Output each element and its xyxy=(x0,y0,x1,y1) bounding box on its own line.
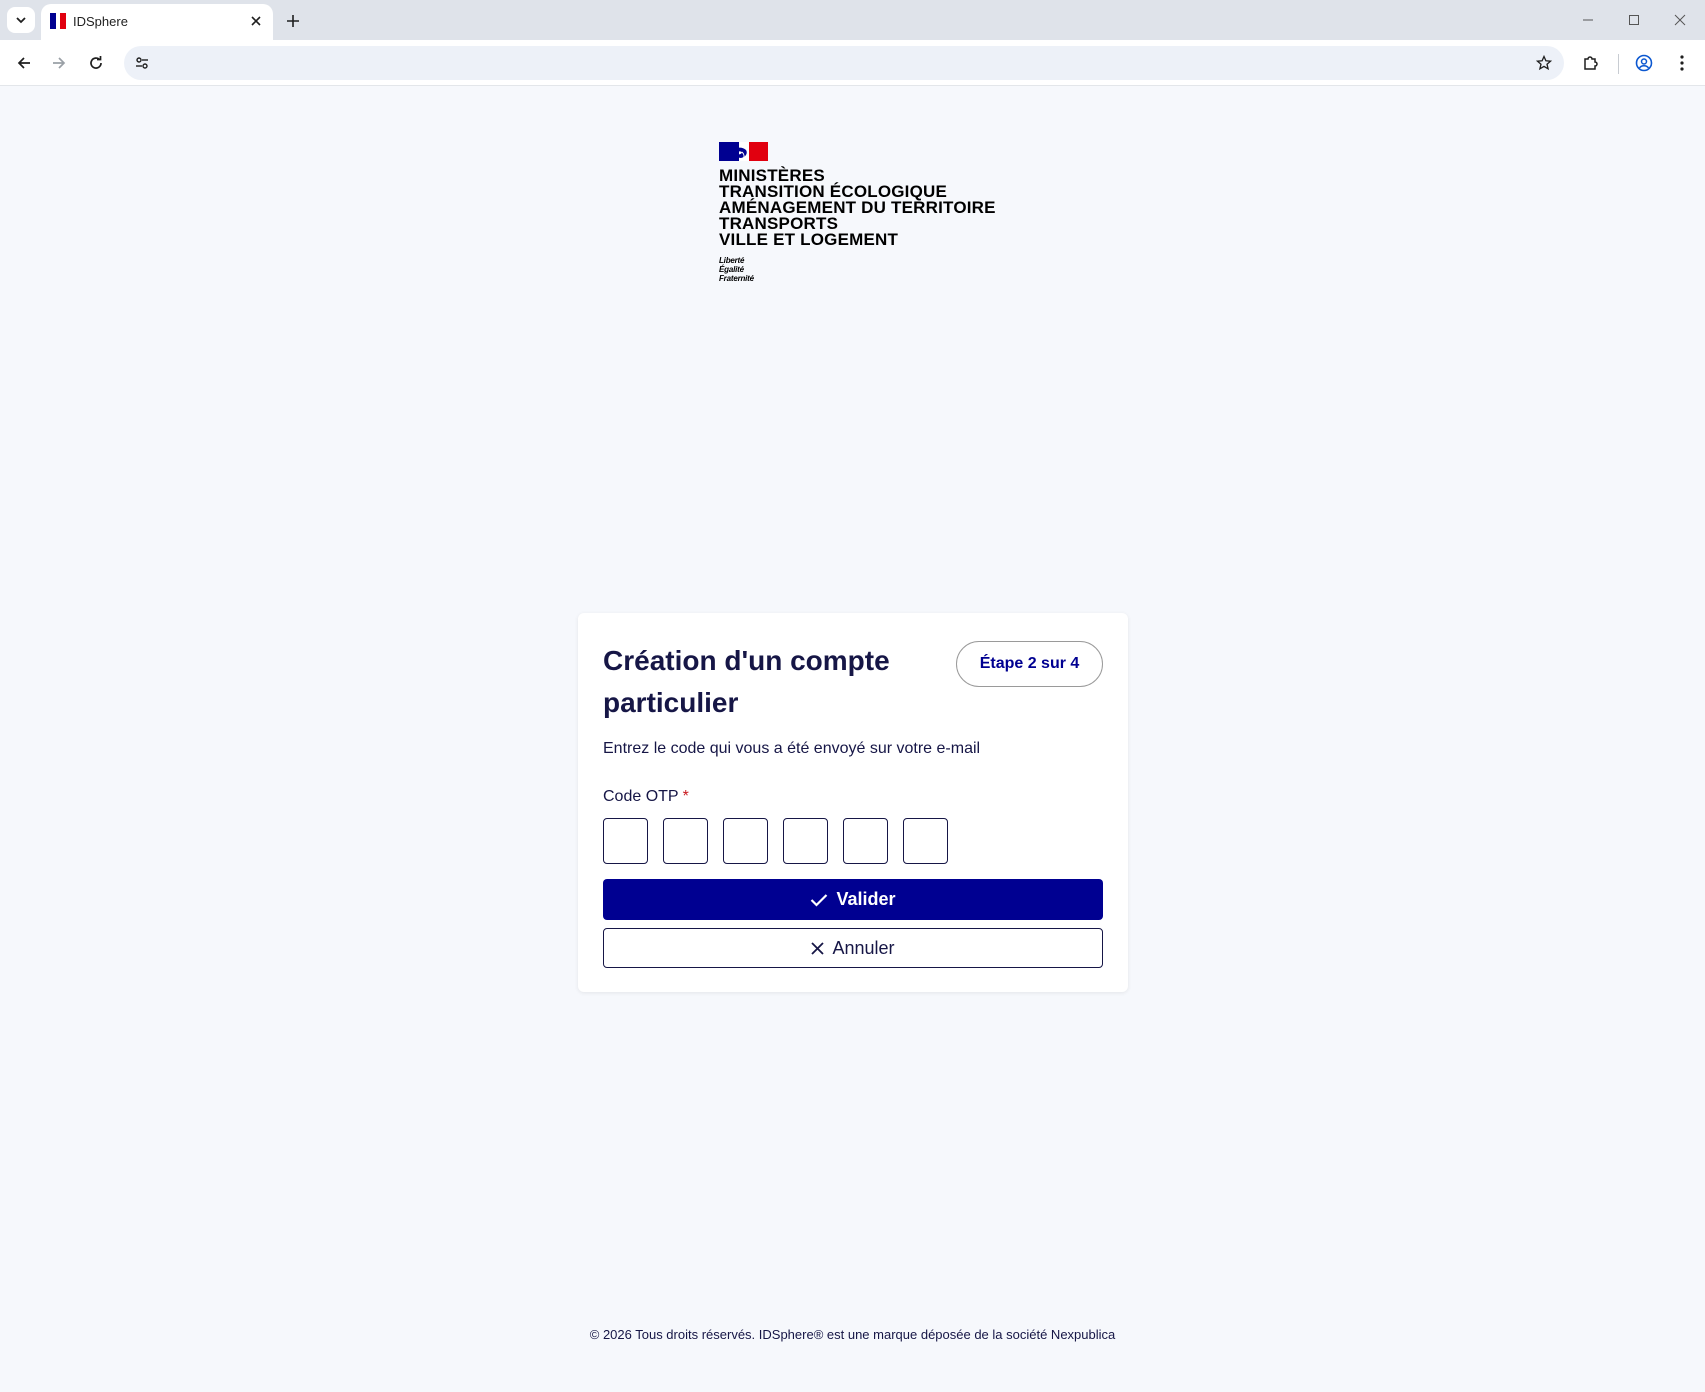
browser-tab[interactable]: IDSphere xyxy=(41,4,273,40)
tune-icon xyxy=(136,57,148,69)
tab-close-button[interactable] xyxy=(245,10,267,32)
otp-label: Code OTP * xyxy=(603,788,689,806)
required-marker: * xyxy=(682,788,689,805)
favicon-icon xyxy=(50,13,66,29)
browser-tabstrip: IDSphere xyxy=(0,0,1705,40)
otp-instructions: Entrez le code qui vous a été envoyé sur… xyxy=(603,740,981,757)
more-vert-icon xyxy=(1680,55,1684,71)
extensions-button[interactable] xyxy=(1576,48,1606,78)
maximize-button[interactable] xyxy=(1618,6,1650,34)
chevron-down-icon xyxy=(16,17,26,24)
tab-search-button[interactable] xyxy=(7,7,35,33)
address-bar[interactable] xyxy=(124,46,1564,80)
footer-copyright: © 2026 Tous droits réservés. IDSphere® e… xyxy=(589,1327,1116,1342)
cancel-button[interactable]: Annuler xyxy=(603,928,1103,968)
plus-icon xyxy=(287,15,299,27)
minimize-icon xyxy=(1583,19,1593,21)
tab-title: IDSphere xyxy=(73,14,128,29)
profile-button[interactable] xyxy=(1629,48,1659,78)
forward-button[interactable] xyxy=(44,48,74,78)
back-button[interactable] xyxy=(9,48,39,78)
otp-digit-5[interactable] xyxy=(843,818,888,864)
minimize-button[interactable] xyxy=(1572,6,1604,34)
motto-line: Liberté xyxy=(719,256,745,265)
ministry-logo: MINISTÈRES TRANSITION ÉCOLOGIQUE AMÉNAGE… xyxy=(719,142,1019,292)
marianne-flag-icon xyxy=(719,142,768,161)
otp-digit-2[interactable] xyxy=(663,818,708,864)
browser-menu-button[interactable] xyxy=(1667,48,1697,78)
browser-toolbar xyxy=(0,40,1705,86)
flag-red xyxy=(749,142,768,161)
profile-icon xyxy=(1635,54,1653,72)
otp-digit-1[interactable] xyxy=(603,818,648,864)
toolbar-divider xyxy=(1618,54,1619,74)
star-icon xyxy=(1536,55,1552,71)
window-close-button[interactable] xyxy=(1664,6,1696,34)
step-badge: Étape 2 sur 4 xyxy=(956,641,1103,687)
motto-line: Fraternité xyxy=(719,274,754,283)
check-icon xyxy=(810,893,828,907)
validate-button[interactable]: Valider xyxy=(603,879,1103,920)
cancel-button-label: Annuler xyxy=(832,937,895,958)
reload-icon xyxy=(90,56,102,69)
close-icon xyxy=(811,941,825,955)
new-tab-button[interactable] xyxy=(280,8,306,34)
ministry-line: VILLE ET LOGEMENT xyxy=(719,230,899,249)
close-icon xyxy=(1674,14,1686,26)
arrow-right-icon xyxy=(53,57,66,69)
motto-line: Égalité xyxy=(719,265,744,274)
arrow-left-icon xyxy=(17,57,30,69)
close-icon xyxy=(251,16,261,26)
account-creation-card: Création d'un compte particulier Étape 2… xyxy=(578,613,1128,992)
bookmark-button[interactable] xyxy=(1530,49,1558,77)
puzzle-icon xyxy=(1584,56,1598,70)
page-title: Création d'un compte particulier xyxy=(603,645,890,718)
site-info-button[interactable] xyxy=(128,49,156,77)
validate-button-label: Valider xyxy=(836,889,896,909)
otp-digit-6[interactable] xyxy=(903,818,948,864)
maximize-icon xyxy=(1629,15,1639,25)
otp-digit-3[interactable] xyxy=(723,818,768,864)
otp-digit-4[interactable] xyxy=(783,818,828,864)
reload-button[interactable] xyxy=(81,48,111,78)
otp-label-text: Code OTP xyxy=(603,788,679,805)
